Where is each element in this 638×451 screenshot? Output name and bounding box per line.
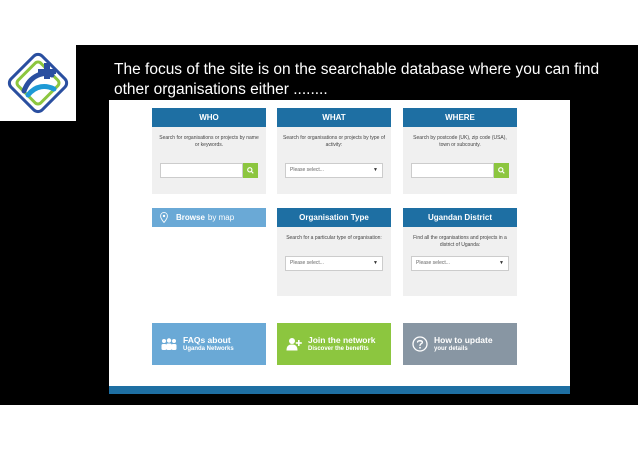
chevron-down-icon: ▼ bbox=[373, 167, 378, 173]
where-search-button[interactable] bbox=[494, 163, 509, 178]
add-user-icon bbox=[285, 335, 303, 353]
where-search-row bbox=[411, 163, 509, 178]
map-pin-icon bbox=[160, 212, 168, 223]
chevron-down-icon: ▼ bbox=[373, 260, 378, 266]
chevron-down-icon: ▼ bbox=[499, 260, 504, 266]
how-to-update-tile-subtitle: your details bbox=[434, 346, 468, 352]
how-to-update-tile-text: How to update your details bbox=[434, 335, 493, 353]
organisation-type-title: Organisation Type bbox=[277, 208, 391, 227]
logo bbox=[0, 45, 76, 121]
activity-select[interactable]: Please select... ▼ bbox=[285, 163, 383, 178]
where-panel-description: Search by postcode (UK), zip code (USA),… bbox=[413, 135, 507, 148]
slide-caption: The focus of the site is on the searchab… bbox=[114, 61, 600, 98]
faqs-tile-text: FAQs about Uganda Networks bbox=[183, 335, 234, 353]
organisation-type-select[interactable]: Please select... ▼ bbox=[285, 256, 383, 271]
who-search-button[interactable] bbox=[243, 163, 258, 178]
slide: The focus of the site is on the searchab… bbox=[0, 0, 638, 451]
district-select[interactable]: Please select... ▼ bbox=[411, 256, 509, 271]
organisation-type-select-value: Please select... bbox=[290, 260, 324, 266]
faqs-tile-title: FAQs about bbox=[183, 335, 231, 345]
what-panel: WHAT Search for organisations or project… bbox=[277, 108, 391, 194]
join-network-tile-title: Join the network bbox=[308, 335, 376, 345]
who-panel-title: WHO bbox=[152, 108, 266, 127]
question-icon bbox=[411, 335, 429, 353]
how-to-update-tile[interactable]: How to update your details bbox=[403, 323, 517, 365]
browse-by-map-button[interactable]: Browse by map bbox=[152, 208, 266, 227]
search-icon bbox=[247, 167, 254, 174]
people-icon bbox=[160, 335, 178, 353]
how-to-update-tile-title: How to update bbox=[434, 335, 493, 345]
join-network-tile-text: Join the network Discover the benefits bbox=[308, 335, 376, 353]
join-network-tile-subtitle: Discover the benefits bbox=[308, 346, 369, 352]
who-search-row bbox=[160, 163, 258, 178]
where-search-input[interactable] bbox=[411, 163, 494, 178]
faqs-tile-subtitle: Uganda Networks bbox=[183, 346, 234, 352]
district-title: Ugandan District bbox=[403, 208, 517, 227]
website-screenshot: WHO Search for organisations or projects… bbox=[109, 100, 570, 394]
join-network-tile[interactable]: Join the network Discover the benefits bbox=[277, 323, 391, 365]
what-panel-description: Search for organisations or projects by … bbox=[283, 135, 385, 148]
logo-mark-icon bbox=[7, 52, 69, 114]
faqs-tile[interactable]: FAQs about Uganda Networks bbox=[152, 323, 266, 365]
district-panel: Ugandan District Find all the organisati… bbox=[403, 208, 517, 296]
where-panel: WHERE Search by postcode (UK), zip code … bbox=[403, 108, 517, 194]
what-panel-title: WHAT bbox=[277, 108, 391, 127]
who-panel: WHO Search for organisations or projects… bbox=[152, 108, 266, 194]
activity-select-value: Please select... bbox=[290, 167, 324, 173]
footer-strip bbox=[109, 386, 570, 394]
organisation-type-description: Search for a particular type of organisa… bbox=[286, 235, 382, 241]
where-panel-title: WHERE bbox=[403, 108, 517, 127]
who-panel-description: Search for organisations or projects by … bbox=[159, 135, 259, 148]
browse-label: Browse bbox=[176, 213, 205, 222]
who-search-input[interactable] bbox=[160, 163, 243, 178]
district-select-value: Please select... bbox=[416, 260, 450, 266]
search-icon bbox=[498, 167, 505, 174]
organisation-type-panel: Organisation Type Search for a particula… bbox=[277, 208, 391, 296]
browse-label-suffix: by map bbox=[207, 213, 235, 222]
district-description: Find all the organisations and projects … bbox=[413, 235, 507, 248]
